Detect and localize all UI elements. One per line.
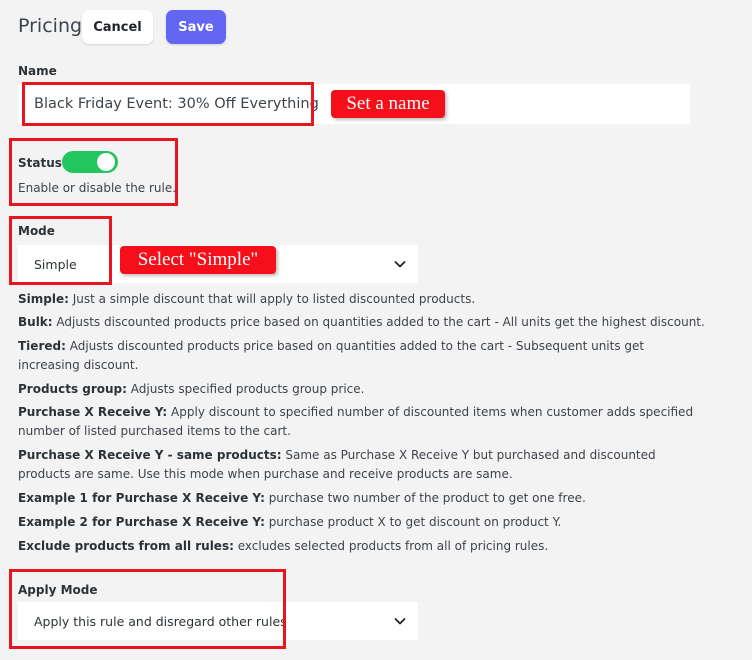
- description-text: Just a simple discount that will apply t…: [68, 292, 476, 306]
- mode-selected-value: Simple: [34, 256, 77, 272]
- chevron-down-icon: [394, 618, 406, 625]
- mode-description-tiered: Tiered: Adjusts discounted products pric…: [18, 337, 708, 375]
- save-button[interactable]: Save: [166, 10, 226, 44]
- mode-description-purchase-x-receive-y: Purchase X Receive Y: Apply discount to …: [18, 403, 708, 441]
- description-term: Purchase X Receive Y - same products:: [18, 448, 282, 462]
- description-term: Purchase X Receive Y:: [18, 405, 168, 419]
- mode-description-products-group: Products group: Adjusts specified produc…: [18, 380, 708, 399]
- chevron-down-icon: [394, 261, 406, 268]
- mode-callout: Select "Simple": [120, 246, 276, 274]
- description-text: purchase two number of the product to ge…: [264, 491, 586, 505]
- mode-description-example-2: Example 2 for Purchase X Receive Y: purc…: [18, 513, 708, 532]
- description-term: Exclude products from all rules:: [18, 539, 234, 553]
- mode-description-exclude: Exclude products from all rules: exclude…: [18, 537, 708, 556]
- description-text: purchase product X to get discount on pr…: [264, 515, 562, 529]
- description-term: Products group:: [18, 382, 127, 396]
- status-toggle[interactable]: [62, 151, 118, 173]
- mode-label: Mode: [18, 224, 55, 238]
- apply-mode-label: Apply Mode: [18, 583, 98, 597]
- toggle-knob: [97, 153, 115, 171]
- name-callout: Set a name: [331, 90, 445, 118]
- description-term: Tiered:: [18, 339, 66, 353]
- mode-description-bulk: Bulk: Adjusts discounted products price …: [18, 313, 708, 332]
- description-term: Example 1 for Purchase X Receive Y:: [18, 491, 265, 505]
- description-text: Adjusts specified products group price.: [126, 382, 365, 396]
- description-text: Adjusts discounted products price based …: [52, 315, 705, 329]
- mode-description-example-1: Example 1 for Purchase X Receive Y: purc…: [18, 489, 708, 508]
- description-term: Bulk:: [18, 315, 53, 329]
- status-help-text: Enable or disable the rule.: [18, 181, 177, 195]
- apply-mode-selected-value: Apply this rule and disregard other rule…: [34, 613, 287, 629]
- mode-description-same-products: Purchase X Receive Y - same products: Sa…: [18, 446, 708, 484]
- page-title: Pricing: [18, 15, 83, 37]
- apply-mode-select[interactable]: Apply this rule and disregard other rule…: [18, 602, 418, 640]
- description-term: Example 2 for Purchase X Receive Y:: [18, 515, 265, 529]
- name-label: Name: [18, 64, 57, 78]
- cancel-button[interactable]: Cancel: [82, 10, 153, 44]
- mode-description-simple: Simple: Just a simple discount that will…: [18, 290, 708, 309]
- description-text: excludes selected products from all of p…: [233, 539, 549, 553]
- description-text: Adjusts discounted products price based …: [18, 339, 645, 372]
- status-label: Status: [18, 156, 62, 170]
- description-term: Simple:: [18, 292, 69, 306]
